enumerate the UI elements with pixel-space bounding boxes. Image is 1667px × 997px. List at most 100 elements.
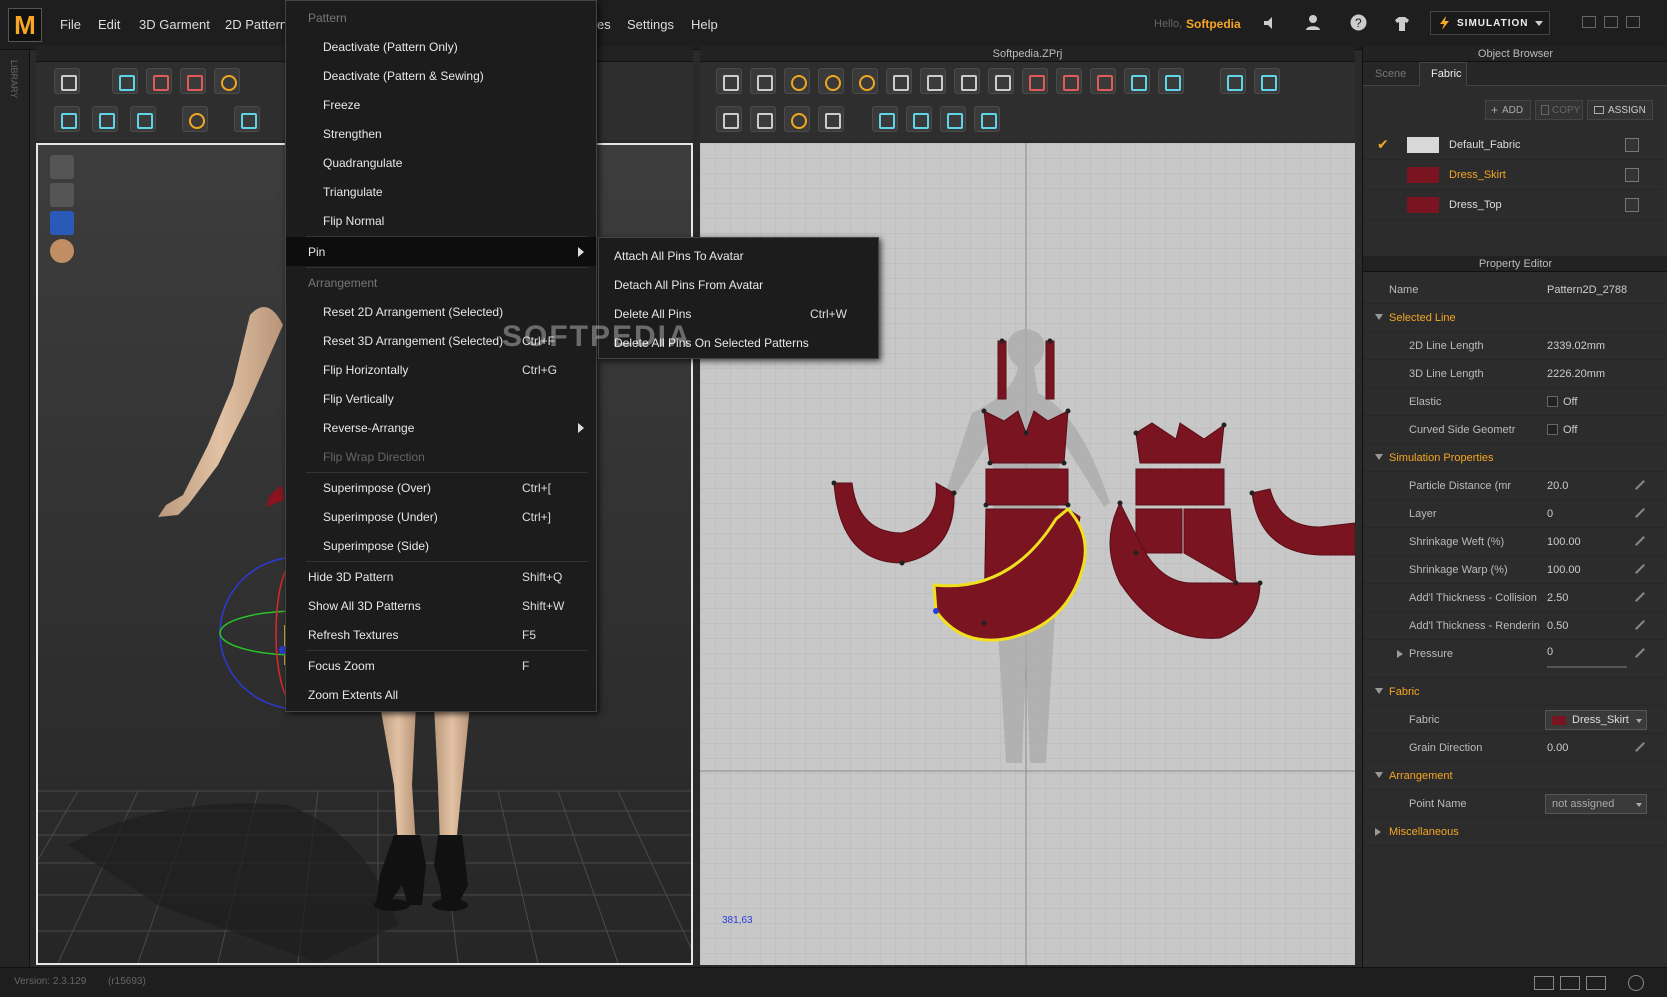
simulation-button[interactable]: SIMULATION bbox=[1430, 11, 1550, 35]
edit-curvature-icon[interactable] bbox=[852, 68, 878, 94]
edit-sewing-icon[interactable] bbox=[716, 106, 742, 132]
polygon-icon[interactable] bbox=[886, 68, 912, 94]
menu-item-freeze[interactable]: Freeze bbox=[286, 90, 596, 119]
expand-icon[interactable] bbox=[1397, 650, 1403, 658]
curve-point-icon[interactable] bbox=[784, 68, 810, 94]
menu-item-hide-3d-pattern[interactable]: Hide 3D Pattern Shift+Q bbox=[286, 562, 596, 591]
warp-value[interactable]: 100.00 bbox=[1547, 564, 1581, 576]
pencil-icon[interactable] bbox=[1634, 741, 1646, 753]
edit-point-icon[interactable] bbox=[750, 68, 776, 94]
measure-tool-icon[interactable] bbox=[234, 106, 260, 132]
weft-value[interactable]: 100.00 bbox=[1547, 536, 1581, 548]
menu-item-triangulate[interactable]: Triangulate bbox=[286, 177, 596, 206]
library-tab[interactable]: LIBRARY bbox=[9, 60, 19, 98]
circle-icon[interactable] bbox=[988, 68, 1014, 94]
pressure-slider[interactable] bbox=[1547, 666, 1627, 668]
refresh-icon[interactable] bbox=[1628, 975, 1644, 991]
section-fabric[interactable]: Fabric bbox=[1389, 686, 1420, 698]
user-name[interactable]: Softpedia bbox=[1186, 17, 1241, 31]
view-2d-icon[interactable] bbox=[1586, 976, 1606, 990]
edit-icon[interactable] bbox=[1625, 138, 1639, 152]
select-garment-icon[interactable] bbox=[146, 68, 172, 94]
submenu-item-detach-pins[interactable]: Detach All Pins From Avatar bbox=[599, 269, 878, 298]
menu-item-reverse-arrange[interactable]: Reverse-Arrange bbox=[286, 413, 596, 442]
square-icon[interactable] bbox=[954, 68, 980, 94]
name-value[interactable]: Pattern2D_2788 bbox=[1547, 284, 1627, 296]
submenu-item-attach-pins[interactable]: Attach All Pins To Avatar bbox=[599, 240, 878, 269]
layer-value[interactable]: 0 bbox=[1547, 508, 1553, 520]
fabric-item[interactable]: ✔ Default_Fabric bbox=[1363, 130, 1663, 160]
avatar-head-icon[interactable] bbox=[50, 239, 74, 263]
chevron-down-icon[interactable] bbox=[1535, 21, 1543, 26]
section-simulation[interactable]: Simulation Properties bbox=[1389, 452, 1494, 464]
menu-item-superimpose-under[interactable]: Superimpose (Under) Ctrl+] bbox=[286, 502, 596, 531]
add-button[interactable]: ADD + bbox=[1485, 100, 1531, 120]
move-tool-icon[interactable] bbox=[112, 68, 138, 94]
edit-icon[interactable] bbox=[1625, 198, 1639, 212]
edit-texture-icon[interactable] bbox=[906, 106, 932, 132]
menu-2d-pattern[interactable]: 2D Pattern bbox=[225, 17, 287, 32]
pencil-icon[interactable] bbox=[1634, 591, 1646, 603]
texture-grid-icon[interactable] bbox=[940, 106, 966, 132]
fabric-item[interactable]: Dress_Top bbox=[1363, 190, 1663, 220]
add-point-icon[interactable] bbox=[818, 68, 844, 94]
internal-rectangle-icon[interactable] bbox=[1056, 68, 1082, 94]
menu-item-superimpose-side[interactable]: Superimpose (Side) bbox=[286, 531, 596, 560]
edit-icon[interactable] bbox=[1625, 168, 1639, 182]
collapse-icon[interactable] bbox=[1375, 772, 1383, 778]
copy-button[interactable]: COPY bbox=[1535, 100, 1583, 120]
thickness-rendering-value[interactable]: 0.50 bbox=[1547, 620, 1568, 632]
pencil-icon[interactable] bbox=[1634, 563, 1646, 575]
menu-item-refresh-textures[interactable]: Refresh Textures F5 bbox=[286, 620, 596, 649]
expand-icon[interactable] bbox=[1375, 828, 1381, 836]
elastic-checkbox[interactable] bbox=[1547, 396, 1558, 407]
menu-partial[interactable]: es bbox=[597, 17, 611, 32]
collapse-icon[interactable] bbox=[1375, 454, 1383, 460]
edit-mesh-icon[interactable] bbox=[92, 106, 118, 132]
section-miscellaneous[interactable]: Miscellaneous bbox=[1389, 826, 1459, 838]
pencil-icon[interactable] bbox=[1634, 535, 1646, 547]
menu-item-pin[interactable]: Pin bbox=[286, 237, 596, 266]
avatar-full-icon[interactable] bbox=[50, 155, 74, 179]
assign-button[interactable]: ASSIGN bbox=[1587, 100, 1653, 120]
menu-item-deactivate-pattern[interactable]: Deactivate (Pattern Only) bbox=[286, 32, 596, 61]
download-icon[interactable] bbox=[54, 68, 80, 94]
section-arrangement[interactable]: Arrangement bbox=[1389, 770, 1453, 782]
thickness-collision-value[interactable]: 2.50 bbox=[1547, 592, 1568, 604]
section-selected-line[interactable]: Selected Line bbox=[1389, 312, 1456, 324]
free-sewing-icon[interactable] bbox=[750, 106, 776, 132]
notch-icon[interactable] bbox=[1158, 68, 1184, 94]
grain-value[interactable]: 0.00 bbox=[1547, 742, 1568, 754]
segment-sewing-icon[interactable] bbox=[1254, 68, 1280, 94]
pencil-icon[interactable] bbox=[1634, 647, 1646, 659]
menu-item-deactivate-sewing[interactable]: Deactivate (Pattern & Sewing) bbox=[286, 61, 596, 90]
select-pattern-icon[interactable] bbox=[716, 68, 742, 94]
pattern-view-icon[interactable] bbox=[50, 211, 74, 235]
menu-item-zoom-extents[interactable]: Zoom Extents All bbox=[286, 680, 596, 709]
fabric-select[interactable]: Dress_Skirt bbox=[1545, 710, 1647, 730]
close-icon[interactable] bbox=[1626, 16, 1640, 28]
point-name-select[interactable]: not assigned bbox=[1545, 794, 1647, 814]
grid-mesh-icon[interactable] bbox=[130, 106, 156, 132]
pencil-icon[interactable] bbox=[1634, 507, 1646, 519]
minimize-icon[interactable] bbox=[1582, 16, 1596, 28]
tab-scene[interactable]: Scene bbox=[1375, 68, 1406, 80]
user-icon[interactable] bbox=[1305, 14, 1321, 30]
menu-edit[interactable]: Edit bbox=[98, 17, 120, 32]
rotate-texture-icon[interactable] bbox=[974, 106, 1000, 132]
speaker-icon[interactable] bbox=[1262, 15, 1278, 31]
tack-icon[interactable] bbox=[784, 106, 810, 132]
fold-arrange-icon[interactable] bbox=[818, 106, 844, 132]
particle-value[interactable]: 20.0 bbox=[1547, 480, 1568, 492]
rectangle-icon[interactable] bbox=[920, 68, 946, 94]
menu-item-strengthen[interactable]: Strengthen bbox=[286, 119, 596, 148]
internal-polygon-icon[interactable] bbox=[1022, 68, 1048, 94]
pencil-icon[interactable] bbox=[1634, 479, 1646, 491]
menu-settings[interactable]: Settings bbox=[627, 17, 674, 32]
maximize-icon[interactable] bbox=[1604, 16, 1618, 28]
dart-icon[interactable] bbox=[1124, 68, 1150, 94]
select-mesh-2d-icon[interactable] bbox=[872, 106, 898, 132]
internal-circle-icon[interactable] bbox=[1090, 68, 1116, 94]
edit-garment-icon[interactable] bbox=[180, 68, 206, 94]
help-icon[interactable]: ? bbox=[1350, 14, 1367, 31]
